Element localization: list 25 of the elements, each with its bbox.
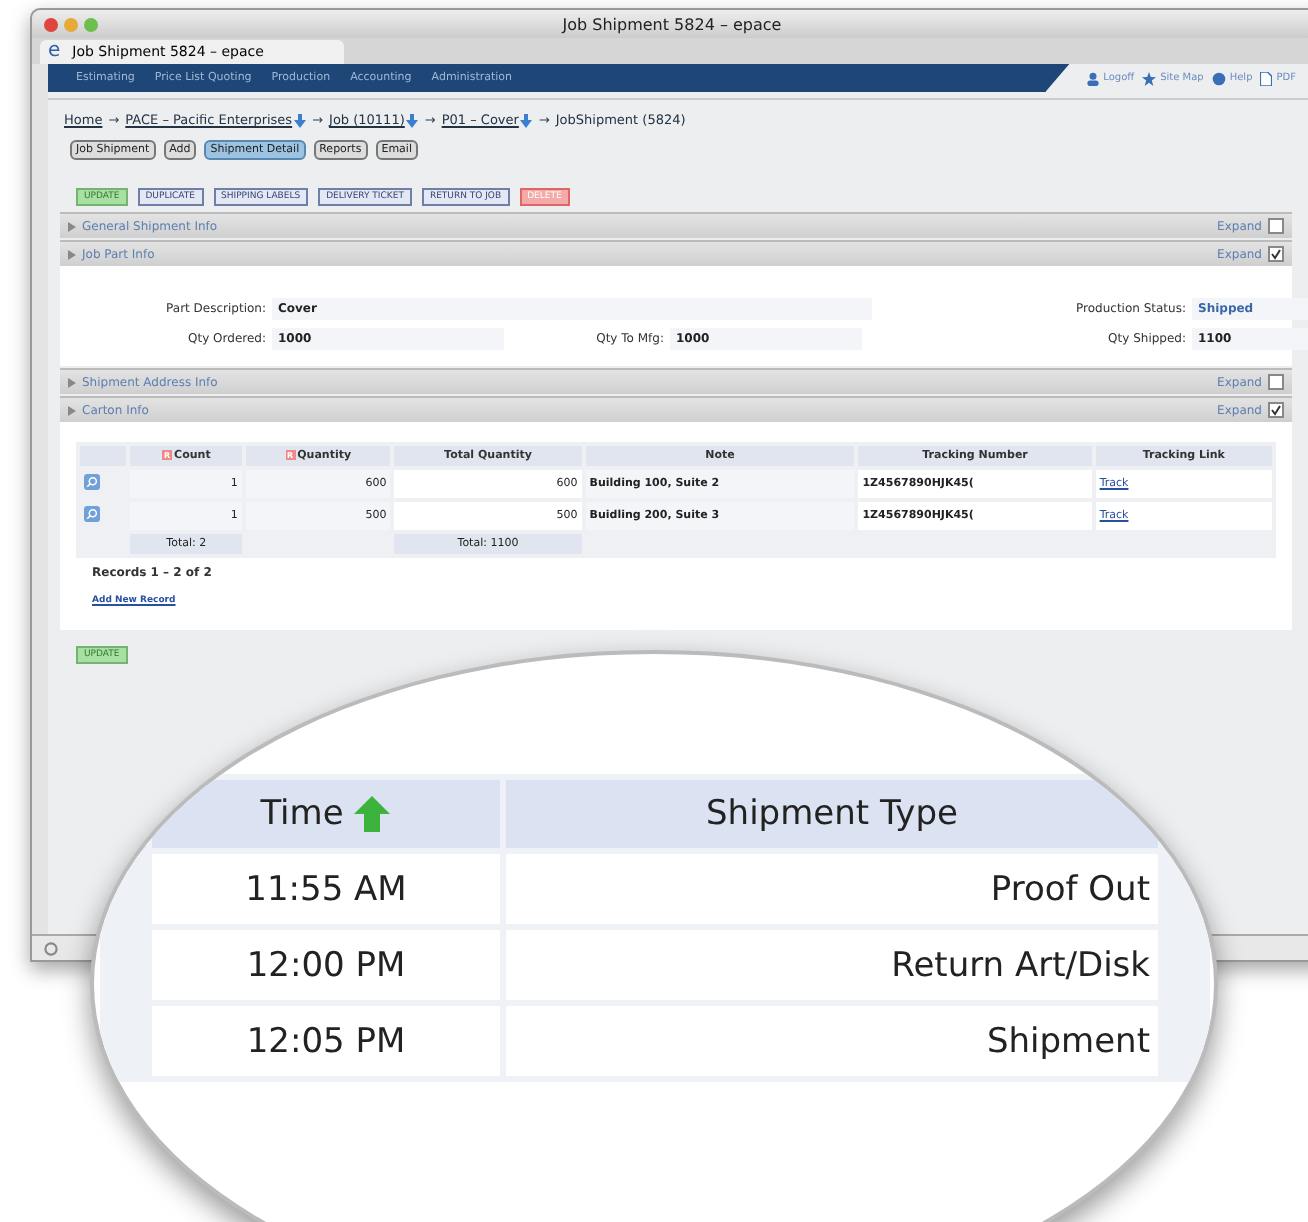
table-cell: 12:00 PM: [152, 930, 500, 1000]
triangle-icon: [68, 405, 76, 415]
browser-logo-icon: e: [48, 42, 61, 62]
magnifier-icon[interactable]: [84, 474, 100, 490]
star-icon: [1142, 71, 1157, 85]
triangle-icon: [68, 377, 76, 387]
table-cell: Proof Out: [506, 854, 1158, 924]
column-header[interactable]: Time: [260, 794, 344, 834]
table-cell: Return Art/Disk: [506, 930, 1158, 1000]
table-cell: 12:05 PM: [152, 1006, 500, 1076]
table-cell: 11:55 AM: [152, 854, 500, 924]
window-title: Job Shipment 5824 – epace: [559, 15, 784, 33]
close-button[interactable]: [44, 17, 58, 31]
expand-checkbox[interactable]: [1268, 402, 1284, 418]
expand-checkbox[interactable]: [1268, 374, 1284, 390]
magnifier-icon[interactable]: [84, 506, 100, 522]
triangle-icon: [68, 249, 76, 259]
document-icon: [1260, 71, 1273, 85]
table-cell: Shipment: [506, 1006, 1158, 1076]
person-icon: [1085, 71, 1100, 85]
circle-icon: [44, 941, 58, 955]
expand-checkbox[interactable]: [1268, 218, 1284, 234]
triangle-icon: [68, 221, 76, 231]
zoom-button[interactable]: [84, 17, 98, 31]
expand-checkbox[interactable]: [1268, 246, 1284, 262]
